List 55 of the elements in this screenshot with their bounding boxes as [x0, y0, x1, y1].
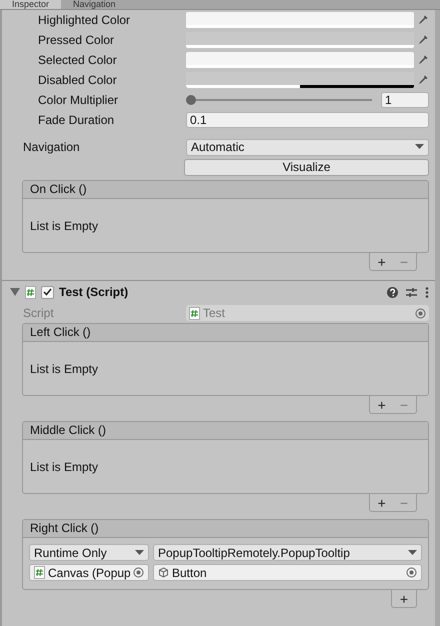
- add-button[interactable]: +: [378, 254, 386, 270]
- add-button[interactable]: +: [400, 590, 408, 606]
- script-icon: [189, 306, 200, 320]
- menu-icon[interactable]: [425, 286, 429, 298]
- script-icon: [25, 286, 36, 298]
- object-picker-icon[interactable]: [133, 567, 144, 578]
- settings-sliders-icon[interactable]: [406, 286, 417, 298]
- property-label: Color Multiplier: [38, 93, 120, 107]
- help-icon[interactable]: [387, 286, 398, 298]
- eyedropper-icon[interactable]: [417, 34, 429, 46]
- property-label: Script: [23, 306, 55, 320]
- cube-icon: [158, 567, 169, 578]
- empty-list-text: List is Empty: [30, 460, 98, 474]
- window-tab[interactable]: Inspector: [0, 0, 62, 9]
- component-title: Test (Script): [59, 285, 130, 299]
- foldout-arrow-icon[interactable]: [10, 288, 20, 296]
- color-field[interactable]: [186, 72, 414, 88]
- script-icon: [34, 566, 45, 579]
- event-header: Middle Click (): [23, 422, 428, 440]
- dropdown-caret-icon: [135, 550, 144, 556]
- eyedropper-icon[interactable]: [417, 74, 429, 86]
- color-field[interactable]: [186, 12, 414, 28]
- color-field[interactable]: [186, 52, 414, 68]
- argument-object-field[interactable]: Button: [153, 564, 422, 581]
- property-label: Highlighted Color: [38, 13, 132, 27]
- number-field[interactable]: 0.1: [186, 112, 429, 128]
- dropdown-caret-icon: [415, 144, 424, 150]
- window-tab[interactable]: Navigation: [61, 0, 128, 9]
- eyedropper-icon[interactable]: [417, 14, 429, 26]
- object-picker-icon[interactable]: [415, 308, 426, 318]
- property-label: Pressed Color: [38, 33, 116, 47]
- event-header: Left Click (): [23, 324, 428, 342]
- runtime-dropdown[interactable]: Runtime Only: [29, 544, 149, 561]
- dropdown-caret-icon: [408, 550, 417, 556]
- empty-list-text: List is Empty: [30, 362, 98, 376]
- object-picker-icon[interactable]: [406, 567, 417, 578]
- property-label: Fade Duration: [38, 113, 116, 127]
- add-button[interactable]: +: [378, 396, 386, 412]
- number-field[interactable]: 1: [381, 92, 429, 108]
- visualize-button[interactable]: Visualize: [184, 159, 429, 176]
- property-label: Navigation: [23, 140, 81, 154]
- event-header: Right Click (): [23, 520, 428, 538]
- eyedropper-icon[interactable]: [417, 54, 429, 66]
- color-field[interactable]: [186, 32, 414, 48]
- property-label: Disabled Color: [38, 73, 118, 87]
- target-object-field[interactable]: Canvas (Popup: [29, 564, 149, 581]
- property-label: Selected Color: [38, 53, 118, 67]
- navigation-dropdown[interactable]: Automatic: [186, 138, 429, 156]
- function-dropdown[interactable]: PopupTooltipRemotely.PopupTooltip: [153, 544, 422, 561]
- enabled-checkbox[interactable]: [41, 286, 54, 298]
- script-field: Test: [186, 305, 429, 321]
- slider-thumb[interactable]: [186, 95, 196, 105]
- add-button[interactable]: +: [378, 494, 386, 510]
- event-header: On Click (): [23, 181, 428, 199]
- empty-list-text: List is Empty: [30, 218, 98, 232]
